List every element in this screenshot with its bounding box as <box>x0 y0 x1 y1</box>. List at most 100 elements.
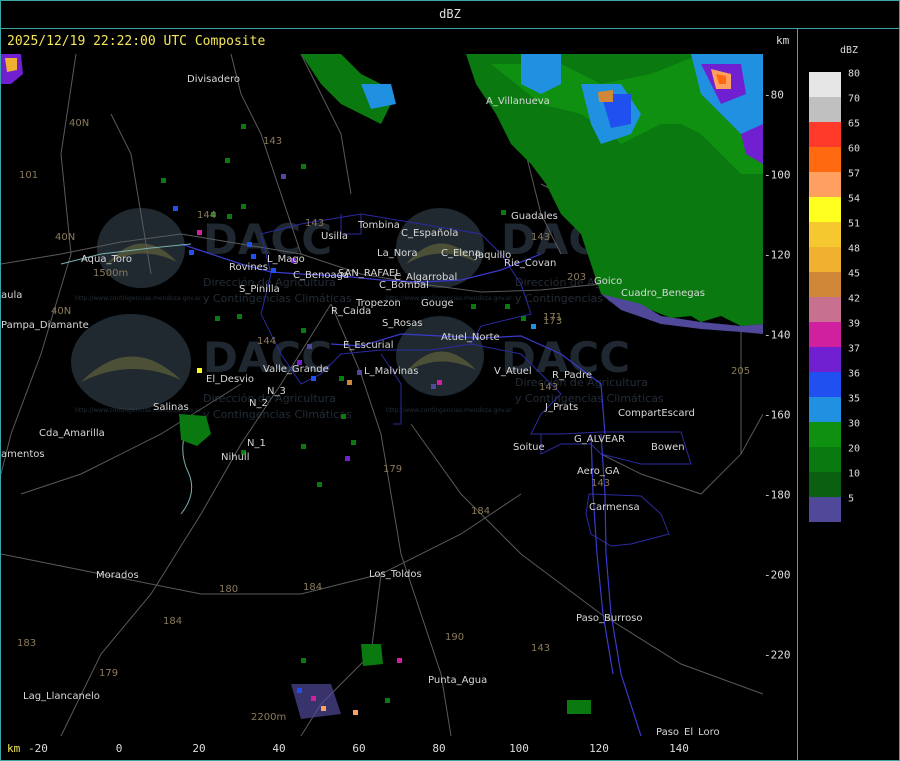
place-label: Gouge <box>421 298 454 309</box>
place-label: El_Desvio <box>206 374 254 385</box>
x-tick-label: 20 <box>192 742 206 755</box>
route-label: 184 <box>163 616 182 627</box>
legend-label: 70 <box>848 93 861 105</box>
route-label: 40N <box>69 118 89 129</box>
route-label: 144 <box>257 336 276 347</box>
route-label: 179 <box>99 668 118 679</box>
watermark-line2: y Contingencias Climáticas <box>203 408 352 421</box>
place-label: Lag_Llancanelo <box>23 691 100 702</box>
elevation-label: 1500m <box>93 268 128 279</box>
route-label: 40N <box>51 306 71 317</box>
legend-label: 37 <box>848 343 861 355</box>
echo-pixel <box>307 344 312 349</box>
place-label: A_Villanueva <box>486 96 550 107</box>
y-tick-label: -140 <box>764 328 791 342</box>
legend-swatch <box>809 372 841 397</box>
echo-pixel <box>431 384 436 389</box>
x-unit-label: km <box>7 742 21 755</box>
place-label: J_Prats <box>544 402 578 413</box>
watermark-url: http://www.contingencias.mendoza.gov.ar <box>75 295 202 302</box>
echo-pixel <box>301 658 306 663</box>
place-label: N_3 <box>267 386 286 397</box>
legend-swatch <box>809 472 841 497</box>
echo-pixel <box>385 698 390 703</box>
echo-pixel <box>197 368 202 373</box>
route-label: 143 <box>591 478 610 489</box>
route-label: 183 <box>17 638 36 649</box>
echo-pixel <box>301 164 306 169</box>
legend-unit: dBZ <box>840 45 859 56</box>
echo-pixel <box>251 254 256 259</box>
echo-pixel <box>347 380 352 385</box>
place-label: Cuadro_Benegas <box>621 288 705 299</box>
place-label: Tropezon <box>355 298 401 309</box>
place-label: Rovines <box>229 262 268 273</box>
place-label: Salinas <box>153 402 189 413</box>
place-label: S_Rosas <box>382 318 423 329</box>
place-label: Carmensa <box>589 502 640 513</box>
echo-pixel <box>531 324 536 329</box>
place-label: CompartEscard <box>618 408 695 419</box>
echo-pixel <box>225 158 230 163</box>
route-label: 143 <box>531 232 550 243</box>
echo-pixel <box>271 268 276 273</box>
radar-map[interactable]: DACC Dirección de Agricultura y Continge… <box>1 54 763 736</box>
legend-label: 51 <box>848 218 861 230</box>
echo-pixel <box>351 440 356 445</box>
echo-pixel <box>227 214 232 219</box>
echo-pixel <box>237 314 242 319</box>
route-label: 101 <box>19 170 38 181</box>
echo-pixel <box>505 304 510 309</box>
echo-pixel <box>215 316 220 321</box>
echo-pixel <box>321 706 326 711</box>
echo-pixel <box>353 710 358 715</box>
place-label: V_Atuel <box>494 366 532 377</box>
echo-pixel <box>311 376 316 381</box>
echo-pixel <box>339 376 344 381</box>
echo-pixel <box>311 696 316 701</box>
route-label: 143 <box>539 382 558 393</box>
place-label: Guadales <box>511 211 558 222</box>
place-label: L_Mago <box>267 254 305 265</box>
dacc-logo <box>71 314 191 410</box>
route-label: 180 <box>219 584 238 595</box>
echo-pixel <box>345 456 350 461</box>
route-label: 190 <box>445 632 464 643</box>
place-label: amentos <box>1 449 45 460</box>
legend-swatch <box>809 422 841 447</box>
place-label: Goico <box>594 276 622 287</box>
place-label: Tombina <box>357 220 400 231</box>
x-tick-label: 80 <box>432 742 446 755</box>
watermark-url: http://www.contingencias.mendoza.gov.ar <box>386 407 513 414</box>
place-label: Atuel_Norte <box>441 332 500 343</box>
x-tick-label: 100 <box>509 742 529 755</box>
echo-pixel <box>501 210 506 215</box>
legend-swatch <box>809 297 841 322</box>
legend-swatch <box>809 122 841 147</box>
route-label: 203 <box>567 272 586 283</box>
place-label: N_1 <box>247 438 266 449</box>
legend-swatch <box>809 172 841 197</box>
timestamp-label: 2025/12/19 22:22:00 UTC Composite <box>7 34 266 49</box>
echo-pixel <box>471 304 476 309</box>
echo-pixel <box>161 178 166 183</box>
place-label: Usilla <box>321 231 348 242</box>
legend-swatch <box>809 147 841 172</box>
legend-label: 60 <box>848 143 861 155</box>
legend-label: 80 <box>848 68 861 80</box>
route-label: 179 <box>383 464 402 475</box>
place-label: Morados <box>96 570 139 581</box>
place-label: Rie_Covan <box>504 258 556 269</box>
route-label: 205 <box>731 366 750 377</box>
place-label: Nihuil <box>221 452 250 463</box>
legend-swatch <box>809 247 841 272</box>
place-label: Aqua_Toro <box>81 254 132 265</box>
window-title: dBZ <box>439 7 461 21</box>
place-label: Divisadero <box>187 74 240 85</box>
echo-pixel <box>197 230 202 235</box>
y-tick-label: -200 <box>764 568 791 582</box>
route-label: 184 <box>303 582 322 593</box>
route-label: 171 <box>543 312 562 323</box>
echo-pixel <box>173 206 178 211</box>
place-label: Soitue <box>513 442 545 453</box>
